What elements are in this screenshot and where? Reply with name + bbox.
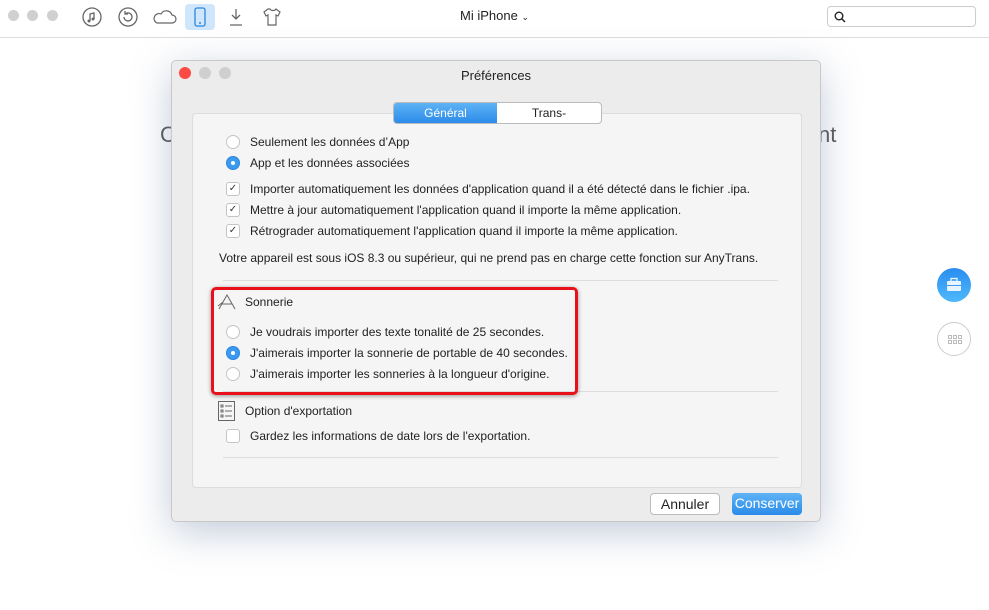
option-label: Importer automatiquement les données d'a… <box>250 182 750 196</box>
checkbox[interactable]: ✓ <box>226 224 240 238</box>
checkbox[interactable]: ✓ <box>226 182 240 196</box>
checkbox-keep-date[interactable]: Gardez les informations de date lors de … <box>226 429 530 443</box>
checkbox-auto-update[interactable]: ✓ Mettre à jour automatiquement l'applica… <box>226 203 750 217</box>
preferences-dialog: Préférences Seulement les données d’App … <box>171 60 821 522</box>
search-input[interactable] <box>827 6 976 27</box>
apps-button[interactable] <box>937 322 971 356</box>
briefcase-icon <box>947 277 961 291</box>
checkbox[interactable]: ✓ <box>226 203 240 217</box>
toolkit-button[interactable] <box>937 268 971 302</box>
radio-app-and-data[interactable]: App et les données associées <box>226 156 409 170</box>
divider <box>223 457 778 458</box>
chevron-down-icon: ⌄ <box>521 12 529 22</box>
checkbox[interactable] <box>226 429 240 443</box>
device-name: Mi iPhone <box>460 8 518 23</box>
radio[interactable] <box>226 135 240 149</box>
option-label: Mettre à jour automatiquement l'applicat… <box>250 203 682 217</box>
radio[interactable] <box>226 156 240 170</box>
ios-note: Votre appareil est sous iOS 8.3 ou supér… <box>219 251 759 265</box>
radio-app-only[interactable]: Seulement les données d’App <box>226 135 409 149</box>
export-heading: Option d'exportation <box>245 404 353 418</box>
option-label: Seulement les données d’App <box>250 135 410 149</box>
save-button[interactable]: Conserver <box>732 493 802 515</box>
divider <box>223 280 778 281</box>
grid-icon <box>948 335 962 344</box>
dialog-title: Préférences <box>460 68 532 83</box>
highlight-box <box>211 287 578 395</box>
checkbox-auto-import[interactable]: ✓ Importer automatiquement les données d'… <box>226 182 750 196</box>
cancel-button[interactable]: Annuler <box>650 493 720 515</box>
option-label: App et les données associées <box>250 156 410 170</box>
search-icon <box>834 11 846 23</box>
toolbar: Mi iPhone ⌄ <box>0 0 989 38</box>
tab-general[interactable]: Général <box>394 103 497 123</box>
tab-bar: Général Trans-Coding <box>393 102 602 124</box>
option-label: Gardez les informations de date lors de … <box>250 429 531 443</box>
list-icon <box>218 401 235 421</box>
tab-trans-coding[interactable]: Trans-Coding <box>497 103 601 123</box>
option-label: Rétrograder automatiquement l'applicatio… <box>250 224 678 238</box>
checkbox-auto-downgrade[interactable]: ✓ Rétrograder automatiquement l'applicati… <box>226 224 750 238</box>
